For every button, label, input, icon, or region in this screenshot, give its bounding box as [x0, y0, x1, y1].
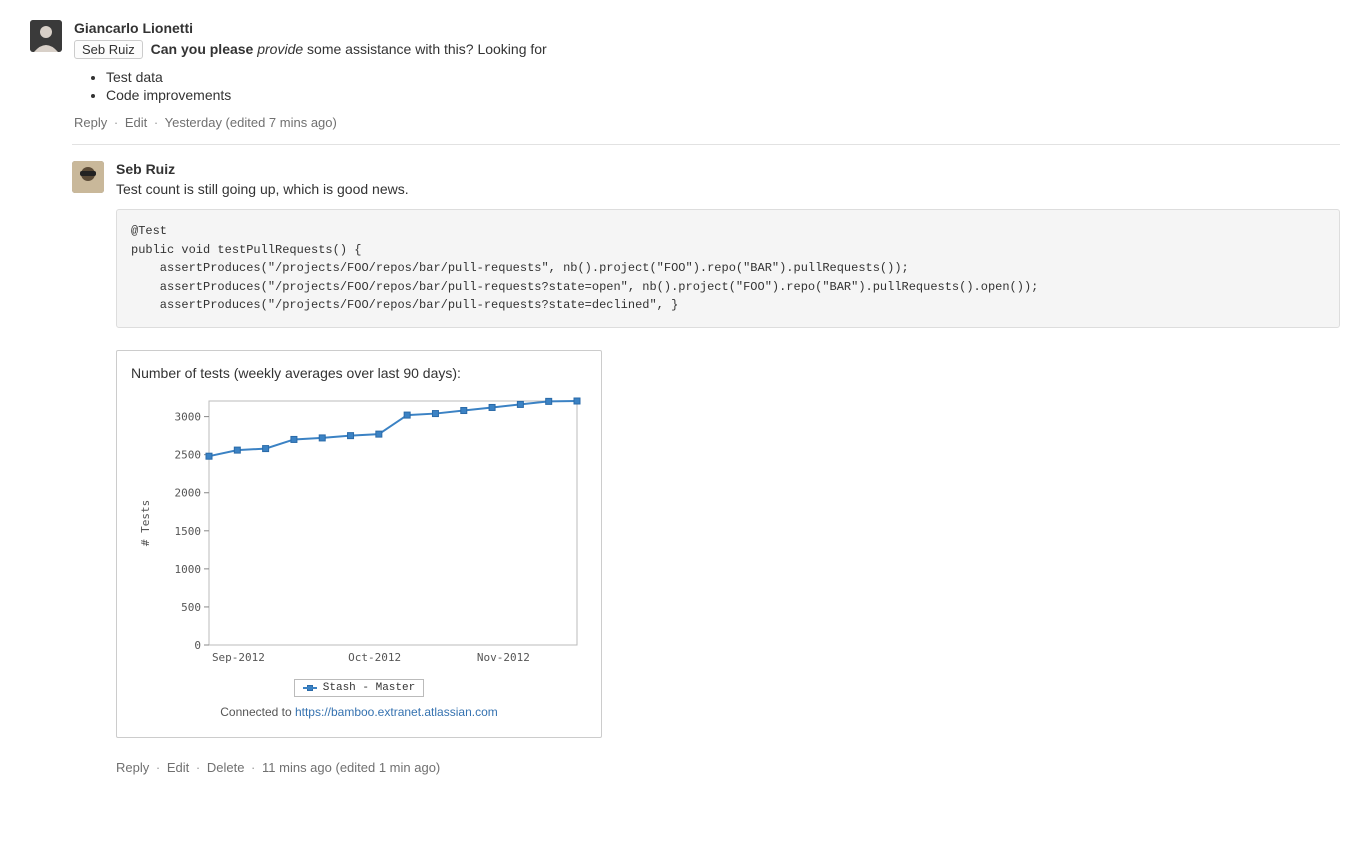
chart-footer: Connected to https://bamboo.extranet.atl… [131, 705, 587, 719]
separator: · [196, 760, 200, 775]
comment-text-plain: some assistance with this? Looking for [307, 41, 547, 57]
chart-card: Number of tests (weekly averages over la… [116, 350, 602, 738]
chart-footer-link[interactable]: https://bamboo.extranet.atlassian.com [295, 705, 498, 719]
avatar [72, 161, 104, 193]
reply-link[interactable]: Reply [116, 760, 149, 775]
svg-text:Sep-2012: Sep-2012 [212, 651, 265, 664]
comment-text: Seb Ruiz Can you please provide some ass… [74, 40, 1340, 59]
legend-label: Stash - Master [323, 682, 415, 694]
svg-text:500: 500 [181, 601, 201, 614]
edit-link[interactable]: Edit [167, 760, 189, 775]
svg-text:1500: 1500 [175, 525, 202, 538]
svg-text:1000: 1000 [175, 563, 202, 576]
delete-link[interactable]: Delete [207, 760, 245, 775]
svg-text:0: 0 [194, 639, 201, 652]
svg-text:2500: 2500 [175, 449, 202, 462]
list-item: Code improvements [106, 87, 1340, 103]
reply-thread: Seb Ruiz Test count is still going up, w… [72, 144, 1340, 775]
comment-text-italic: provide [257, 41, 307, 57]
comment-actions: Reply · Edit · Yesterday (edited 7 mins … [74, 115, 1340, 130]
timestamp: Yesterday (edited 7 mins ago) [165, 115, 337, 130]
svg-text:2000: 2000 [175, 487, 202, 500]
avatar [30, 20, 62, 52]
code-block: @Test public void testPullRequests() { a… [116, 209, 1340, 328]
comment-bullets: Test data Code improvements [74, 69, 1340, 103]
separator: · [154, 115, 158, 130]
comment-author: Seb Ruiz [116, 161, 1340, 177]
separator: · [156, 760, 160, 775]
chart-svg: 0 500 1000 1500 2000 2500 3000 Sep-2012 Oct-2012… [131, 393, 587, 673]
comment-text: Test count is still going up, which is g… [116, 181, 1340, 197]
comment-author: Giancarlo Lionetti [74, 20, 1340, 36]
svg-text:3000: 3000 [175, 411, 202, 424]
timestamp: 11 mins ago (edited 1 min ago) [262, 760, 440, 775]
comment: Seb Ruiz Test count is still going up, w… [72, 161, 1340, 775]
list-item: Test data [106, 69, 1340, 85]
separator: · [114, 115, 118, 130]
svg-text:# Tests: # Tests [139, 500, 152, 546]
chart-title: Number of tests (weekly averages over la… [131, 365, 587, 381]
comment-actions: Reply · Edit · Delete · 11 mins ago (edi… [116, 760, 1340, 775]
comment-text-bold: Can you please [151, 41, 258, 57]
edit-link[interactable]: Edit [125, 115, 147, 130]
chart-footer-prefix: Connected to [220, 705, 295, 719]
legend-swatch-icon [303, 684, 317, 692]
chart-area: 0 500 1000 1500 2000 2500 3000 Sep-2012 Oct-2012… [131, 393, 587, 673]
separator: · [251, 760, 255, 775]
comment: Giancarlo Lionetti Seb Ruiz Can you plea… [30, 20, 1340, 130]
svg-text:Nov-2012: Nov-2012 [477, 651, 530, 664]
chart-legend: Stash - Master [294, 679, 424, 697]
mention-chip[interactable]: Seb Ruiz [74, 40, 143, 59]
svg-text:Oct-2012: Oct-2012 [348, 651, 401, 664]
reply-link[interactable]: Reply [74, 115, 107, 130]
